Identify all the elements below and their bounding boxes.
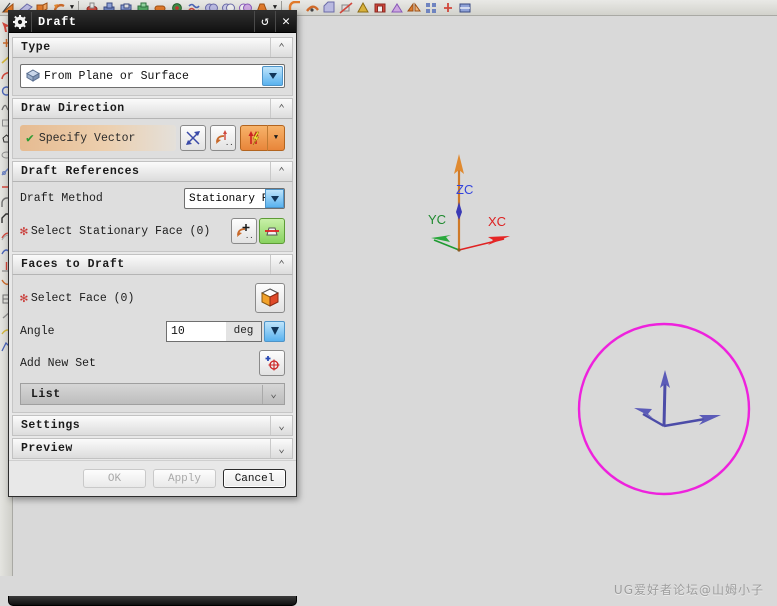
reverse-direction-button[interactable]: [180, 125, 206, 151]
group-header-draw-direction[interactable]: Draw Direction ⌃: [12, 98, 293, 119]
stationary-face-select-button[interactable]: [259, 218, 285, 244]
apply-button[interactable]: Apply: [153, 469, 216, 488]
wcs-axis-label-zc: ZC: [456, 182, 473, 197]
icon-face-blend[interactable]: [304, 1, 321, 15]
specify-vector-field[interactable]: ✔ Specify Vector: [20, 125, 176, 151]
plane-surface-icon: [21, 69, 41, 83]
angle-label: Angle: [20, 325, 55, 338]
wcs-triad: ZC YC XC: [404, 150, 564, 280]
svg-text:...: ...: [245, 232, 253, 240]
chevron-down-icon-list[interactable]: ⌄: [262, 385, 284, 404]
group-title-faces-to-draft: Faces to Draft: [13, 258, 270, 271]
add-new-set-label: Add New Set: [20, 357, 96, 370]
group-header-faces-to-draft[interactable]: Faces to Draft ⌃: [12, 254, 293, 275]
icon-offset-face[interactable]: [389, 1, 406, 15]
dialog-body: Type ⌃ From Plane or Surface Dra: [9, 33, 296, 460]
icon-shell[interactable]: [372, 1, 389, 15]
chevron-up-icon-type[interactable]: ⌃: [270, 38, 292, 57]
dialog-resize-grip[interactable]: [8, 596, 297, 606]
icon-split-body[interactable]: [355, 1, 372, 15]
group-header-draft-references[interactable]: Draft References ⌃: [12, 161, 293, 182]
icon-pattern[interactable]: [423, 1, 440, 15]
angle-input[interactable]: 10: [166, 321, 226, 342]
required-marker-select-face: ✻: [20, 293, 28, 304]
watermark-text: UG爱好者论坛@山姆小子: [614, 581, 764, 598]
group-body-type: From Plane or Surface: [12, 58, 293, 96]
type-combo-value: From Plane or Surface: [41, 70, 262, 83]
chevron-down-icon-draft-method[interactable]: [265, 189, 284, 208]
group-title-draft-references: Draft References: [13, 165, 270, 178]
inferred-vector-split-button[interactable]: ▼: [240, 125, 285, 151]
group-title-settings: Settings: [13, 419, 270, 432]
cancel-button[interactable]: Cancel: [223, 469, 286, 488]
group-title-preview: Preview: [13, 442, 270, 455]
chevron-up-icon-draft-references[interactable]: ⌃: [270, 162, 292, 181]
vector-direction-cursor[interactable]: [575, 320, 753, 498]
angle-unit: deg: [226, 321, 262, 342]
group-body-draw-direction: ✔ Specify Vector: [12, 119, 293, 159]
icon-wave-link[interactable]: [457, 1, 474, 15]
vector-dialog-button[interactable]: ...: [210, 125, 236, 151]
draft-dialog[interactable]: Draft ↺ ✕ Type ⌃ From Plane or Surface: [8, 10, 297, 497]
chevron-down-icon-type-combo[interactable]: [262, 66, 283, 86]
group-header-preview[interactable]: Preview ⌄: [12, 438, 293, 459]
chevron-down-icon-preview[interactable]: ⌄: [270, 439, 292, 458]
group-body-draft-references: Draft Method Stationary Fac ✻ Select Sta…: [12, 182, 293, 252]
select-stationary-face-label: Select Stationary Face (0): [31, 225, 210, 238]
dialog-title: Draft: [31, 12, 254, 32]
list-bar[interactable]: List ⌄: [20, 383, 285, 405]
dialog-footer: OK Apply Cancel: [9, 460, 296, 496]
icon-mirror[interactable]: [406, 1, 423, 15]
draft-method-label: Draft Method: [20, 192, 103, 205]
type-combo[interactable]: From Plane or Surface: [20, 64, 285, 88]
icon-move-object[interactable]: [440, 1, 457, 15]
group-title-type: Type: [13, 41, 270, 54]
select-face-button[interactable]: [255, 283, 285, 313]
group-title-draw-direction: Draw Direction: [13, 102, 270, 115]
check-icon: ✔: [26, 131, 34, 146]
required-marker-stationary-face: ✻: [20, 226, 28, 237]
inferred-vector-button[interactable]: [240, 125, 268, 151]
close-icon[interactable]: ✕: [275, 11, 296, 32]
chevron-down-icon-vector-options[interactable]: ▼: [268, 125, 285, 151]
chevron-up-icon-draw-direction[interactable]: ⌃: [270, 99, 292, 118]
select-face-label: Select Face (0): [31, 292, 135, 305]
group-header-type[interactable]: Type ⌃: [12, 37, 293, 58]
list-label: List: [21, 388, 262, 401]
ok-button[interactable]: OK: [83, 469, 146, 488]
svg-text:...: ...: [225, 139, 232, 147]
group-header-settings[interactable]: Settings ⌄: [12, 415, 293, 436]
add-new-set-button[interactable]: [259, 350, 285, 376]
group-body-faces-to-draft: ✻ Select Face (0) Angle 10 deg: [12, 275, 293, 413]
chevron-up-icon-faces-to-draft[interactable]: ⌃: [270, 255, 292, 274]
specify-vector-label: Specify Vector: [34, 132, 136, 145]
reset-button[interactable]: ↺: [254, 11, 275, 32]
add-stationary-face-button[interactable]: ...: [231, 218, 257, 244]
icon-trim-body[interactable]: [338, 1, 355, 15]
wcs-axis-label-yc: YC: [428, 212, 446, 227]
draft-method-combo[interactable]: Stationary Fac: [184, 188, 285, 209]
angle-spinner[interactable]: [264, 321, 285, 342]
chevron-down-icon-settings[interactable]: ⌄: [270, 416, 292, 435]
draft-method-value: Stationary Fac: [185, 193, 265, 205]
dialog-title-bar[interactable]: Draft ↺ ✕: [9, 11, 296, 33]
gear-icon[interactable]: [9, 12, 31, 32]
icon-chamfer[interactable]: [321, 1, 338, 15]
wcs-axis-label-xc: XC: [488, 214, 506, 229]
